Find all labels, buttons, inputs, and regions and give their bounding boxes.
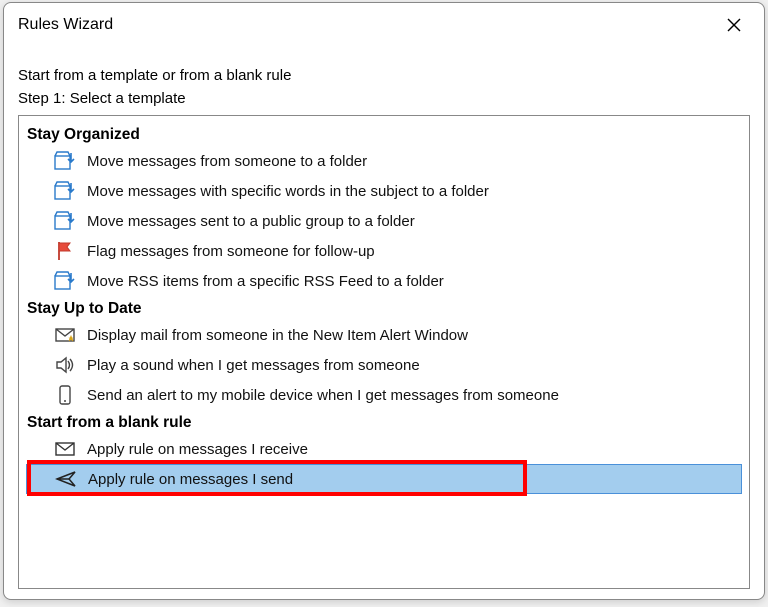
section-header-stay-organized: Stay Organized bbox=[27, 126, 743, 144]
move-to-folder-icon bbox=[53, 149, 77, 173]
template-item[interactable]: Display mail from someone in the New Ite… bbox=[25, 320, 743, 350]
template-item-label: Play a sound when I get messages from so… bbox=[87, 357, 420, 374]
template-item[interactable]: Flag messages from someone for follow-up bbox=[25, 236, 743, 266]
section-header-start-from-blank: Start from a blank rule bbox=[27, 414, 743, 432]
template-item-label: Move messages with specific words in the… bbox=[87, 183, 489, 200]
flag-icon bbox=[53, 239, 77, 263]
intro-text-2: Step 1: Select a template bbox=[18, 90, 750, 107]
template-item-label: Move RSS items from a specific RSS Feed … bbox=[87, 273, 444, 290]
intro-text-1: Start from a template or from a blank ru… bbox=[18, 67, 750, 84]
dialog-body: Start from a template or from a blank ru… bbox=[4, 45, 764, 599]
close-button[interactable] bbox=[718, 11, 750, 39]
template-item[interactable]: Move RSS items from a specific RSS Feed … bbox=[25, 266, 743, 296]
template-item-label: Apply rule on messages I send bbox=[88, 471, 293, 488]
sound-icon bbox=[53, 353, 77, 377]
template-item[interactable]: Send an alert to my mobile device when I… bbox=[25, 380, 743, 410]
template-item-selected[interactable]: Apply rule on messages I send bbox=[26, 464, 742, 494]
titlebar: Rules Wizard bbox=[4, 3, 764, 45]
template-item-label: Send an alert to my mobile device when I… bbox=[87, 387, 559, 404]
envelope-icon bbox=[53, 437, 77, 461]
template-item[interactable]: Move messages sent to a public group to … bbox=[25, 206, 743, 236]
template-item-label: Move messages sent to a public group to … bbox=[87, 213, 415, 230]
section-header-stay-up-to-date: Stay Up to Date bbox=[27, 300, 743, 318]
template-list: Stay Organized Move messages from someon… bbox=[18, 115, 750, 589]
dialog-title: Rules Wizard bbox=[18, 16, 113, 34]
template-item-label: Apply rule on messages I receive bbox=[87, 441, 308, 458]
template-item-label: Flag messages from someone for follow-up bbox=[87, 243, 375, 260]
highlighted-row-wrap: Apply rule on messages I send bbox=[25, 464, 743, 494]
template-item[interactable]: Apply rule on messages I receive bbox=[25, 434, 743, 464]
mail-alert-icon bbox=[53, 323, 77, 347]
template-item[interactable]: Move messages from someone to a folder bbox=[25, 146, 743, 176]
move-to-folder-icon bbox=[53, 209, 77, 233]
template-item[interactable]: Move messages with specific words in the… bbox=[25, 176, 743, 206]
rules-wizard-dialog: Rules Wizard Start from a template or fr… bbox=[3, 2, 765, 600]
move-to-folder-icon bbox=[53, 269, 77, 293]
template-item-label: Move messages from someone to a folder bbox=[87, 153, 367, 170]
mobile-icon bbox=[53, 383, 77, 407]
template-item-label: Display mail from someone in the New Ite… bbox=[87, 327, 468, 344]
template-item[interactable]: Play a sound when I get messages from so… bbox=[25, 350, 743, 380]
move-to-folder-icon bbox=[53, 179, 77, 203]
send-icon bbox=[54, 467, 78, 491]
close-icon bbox=[727, 18, 741, 32]
